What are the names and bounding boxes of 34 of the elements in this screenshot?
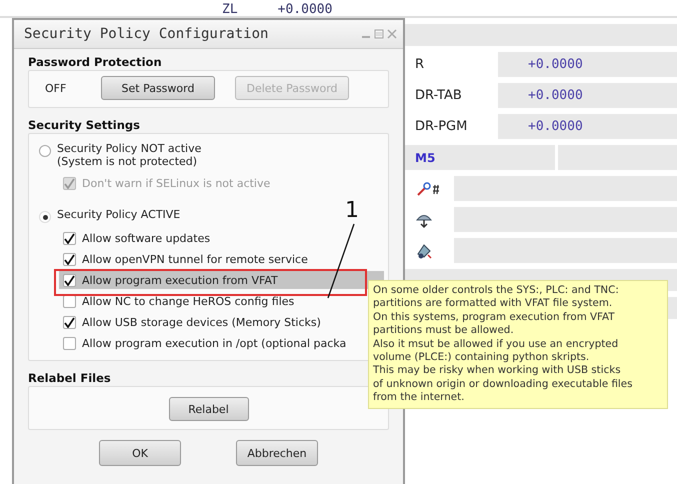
row-value: +0.0000 [498, 52, 677, 77]
tooltip: On some older controls the SYS:, PLC: and TNC: partitions are formatted with VFAT file system. On this systems, program execution from VFAT partitions must be allowed. Also it msut be allowed if you use an encrypted volume (PLCE:) containing python skripts. This may be risky when working with USB sticks of unknown origin or downloading executable files from the internet. [368, 280, 668, 409]
checkbox[interactable] [63, 336, 76, 350]
checkbox-label: Allow program execution from VFAT [82, 274, 278, 286]
password-status: OFF [45, 82, 68, 94]
group-title: Password Protection [28, 55, 162, 69]
checkbox[interactable] [63, 232, 76, 244]
tilt-icon [415, 242, 433, 260]
m-function: M5 [405, 145, 555, 170]
checkbox[interactable] [63, 274, 76, 286]
checkbox-label: Allow NC to change HeROS config files [82, 294, 294, 308]
radio-button[interactable] [39, 145, 51, 157]
window-title: Security Policy Configuration [24, 26, 268, 42]
probe-icon [415, 180, 441, 198]
checkbox-label: Allow openVPN tunnel for remote service [82, 252, 308, 266]
checkbox-label: Allow USB storage devices (Memory Sticks) [82, 316, 321, 328]
relabel-button[interactable]: Relabel [168, 397, 248, 421]
radio-label: Security Policy NOT active (System is not protected) [57, 142, 202, 168]
checkbox[interactable] [63, 316, 76, 328]
dialog-button[interactable]: OK [99, 440, 181, 466]
axis-label: ZL [222, 3, 238, 16]
password-button[interactable]: Set Password [101, 76, 215, 100]
row-value: +0.0000 [498, 83, 677, 108]
callout-number: 1 [345, 200, 359, 222]
checkbox-label: Allow software updates [82, 232, 210, 244]
axis-value: +0.0000 [278, 3, 332, 16]
row-value: +0.0000 [498, 114, 677, 139]
group-title: Relabel Files [28, 371, 111, 385]
group-title: Security Settings [28, 118, 140, 132]
checkbox-label: Allow program execution in /opt (optional packa [82, 336, 346, 350]
checkbox-label: Don't warn if SELinux is not active [82, 176, 270, 190]
dialog-button[interactable]: Abbrechen [236, 440, 318, 466]
checkbox[interactable] [63, 252, 76, 266]
radio-label: Security Policy ACTIVE [57, 208, 180, 221]
